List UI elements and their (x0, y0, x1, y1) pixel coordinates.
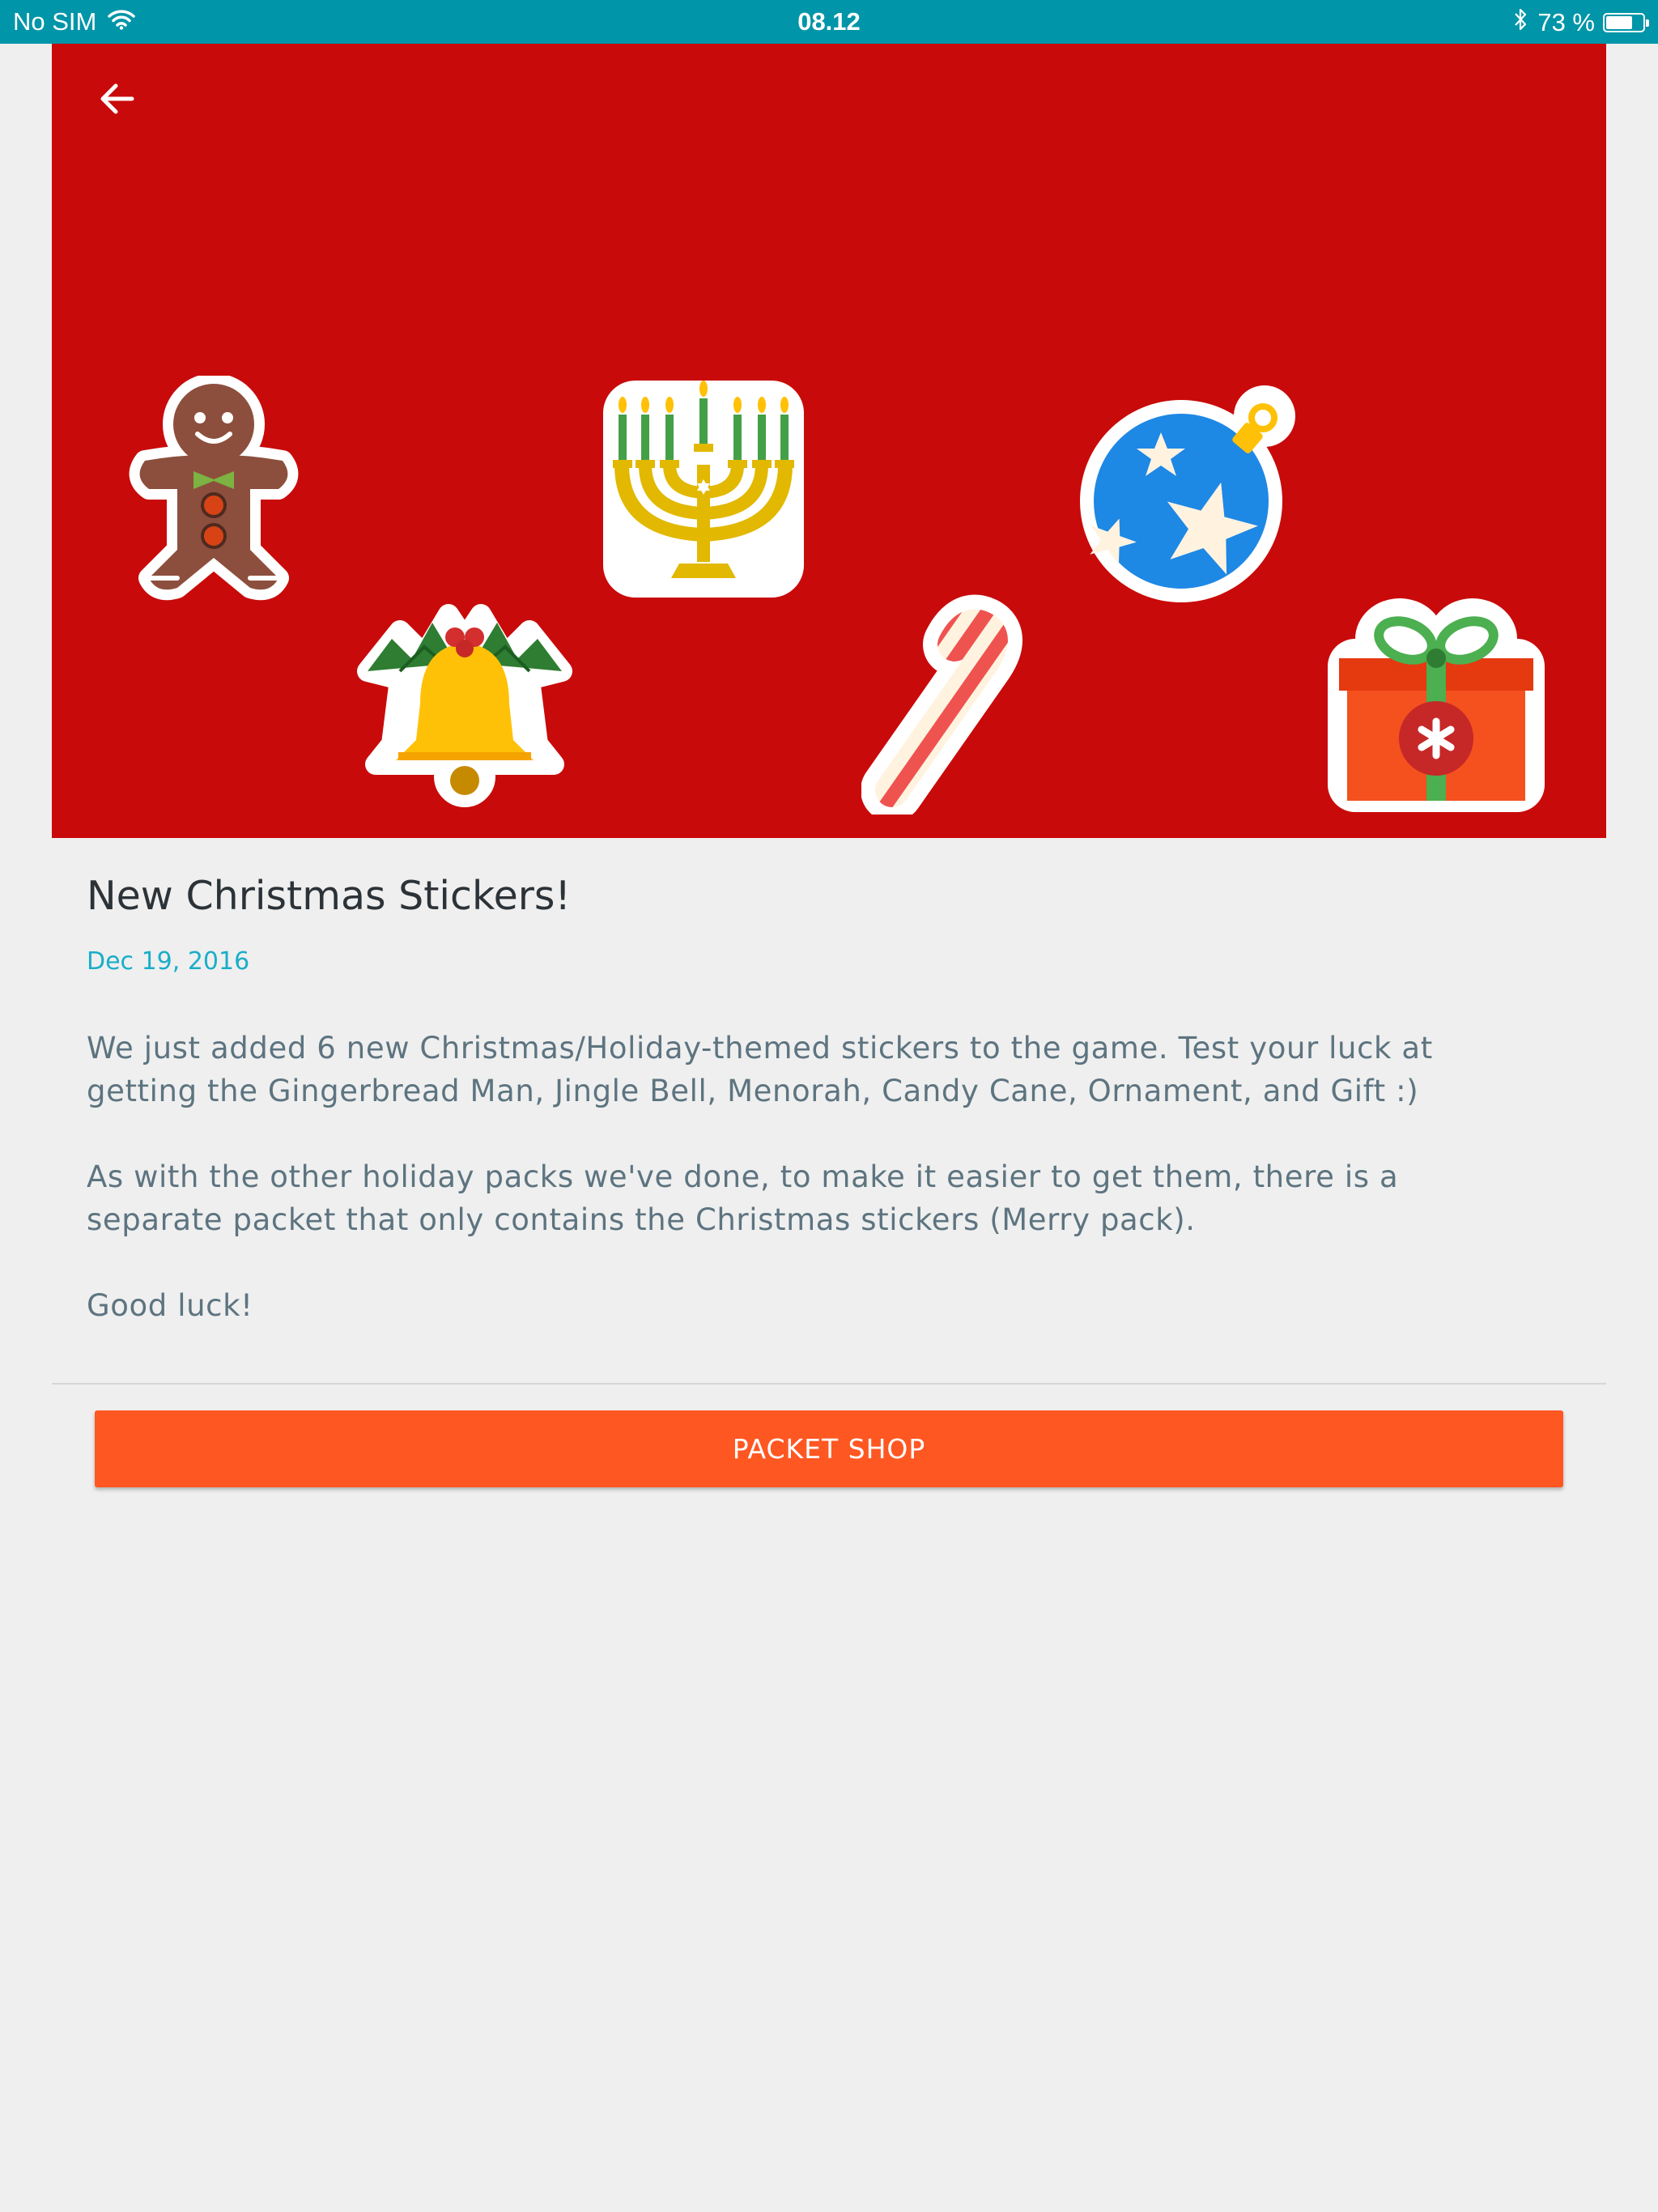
article-paragraph: We just added 6 new Christmas/Holiday-th… (87, 1031, 1433, 1108)
arrow-left-icon[interactable] (96, 79, 137, 122)
article-paragraph: Good luck! (87, 1288, 253, 1323)
divider (52, 1383, 1606, 1385)
battery-level (1606, 16, 1632, 29)
status-time: 08.12 (797, 7, 861, 36)
gift-sticker (1323, 590, 1550, 820)
candy-cane-sticker (861, 588, 1056, 822)
hero-banner (52, 44, 1606, 838)
back-button[interactable] (84, 68, 149, 133)
article-body: We just added 6 new Christmas/Holiday-th… (87, 1027, 1528, 1370)
article-title: New Christmas Stickers! (87, 873, 572, 919)
article-paragraph: As with the other holiday packs we've do… (87, 1159, 1399, 1237)
menorah-sticker (598, 376, 809, 606)
battery-icon (1603, 13, 1649, 32)
jingle-bell-sticker (351, 590, 578, 812)
ornament-sticker (1080, 376, 1299, 606)
bluetooth-icon (1513, 7, 1528, 38)
packet-shop-button[interactable]: PACKET SHOP (95, 1410, 1563, 1487)
status-right: 73 % (1513, 7, 1649, 38)
article-date: Dec 19, 2016 (87, 947, 250, 976)
battery-percent: 73 % (1537, 8, 1595, 36)
status-bar: No SIM 08.12 73 % (0, 0, 1658, 44)
gingerbread-man-sticker (113, 373, 315, 606)
